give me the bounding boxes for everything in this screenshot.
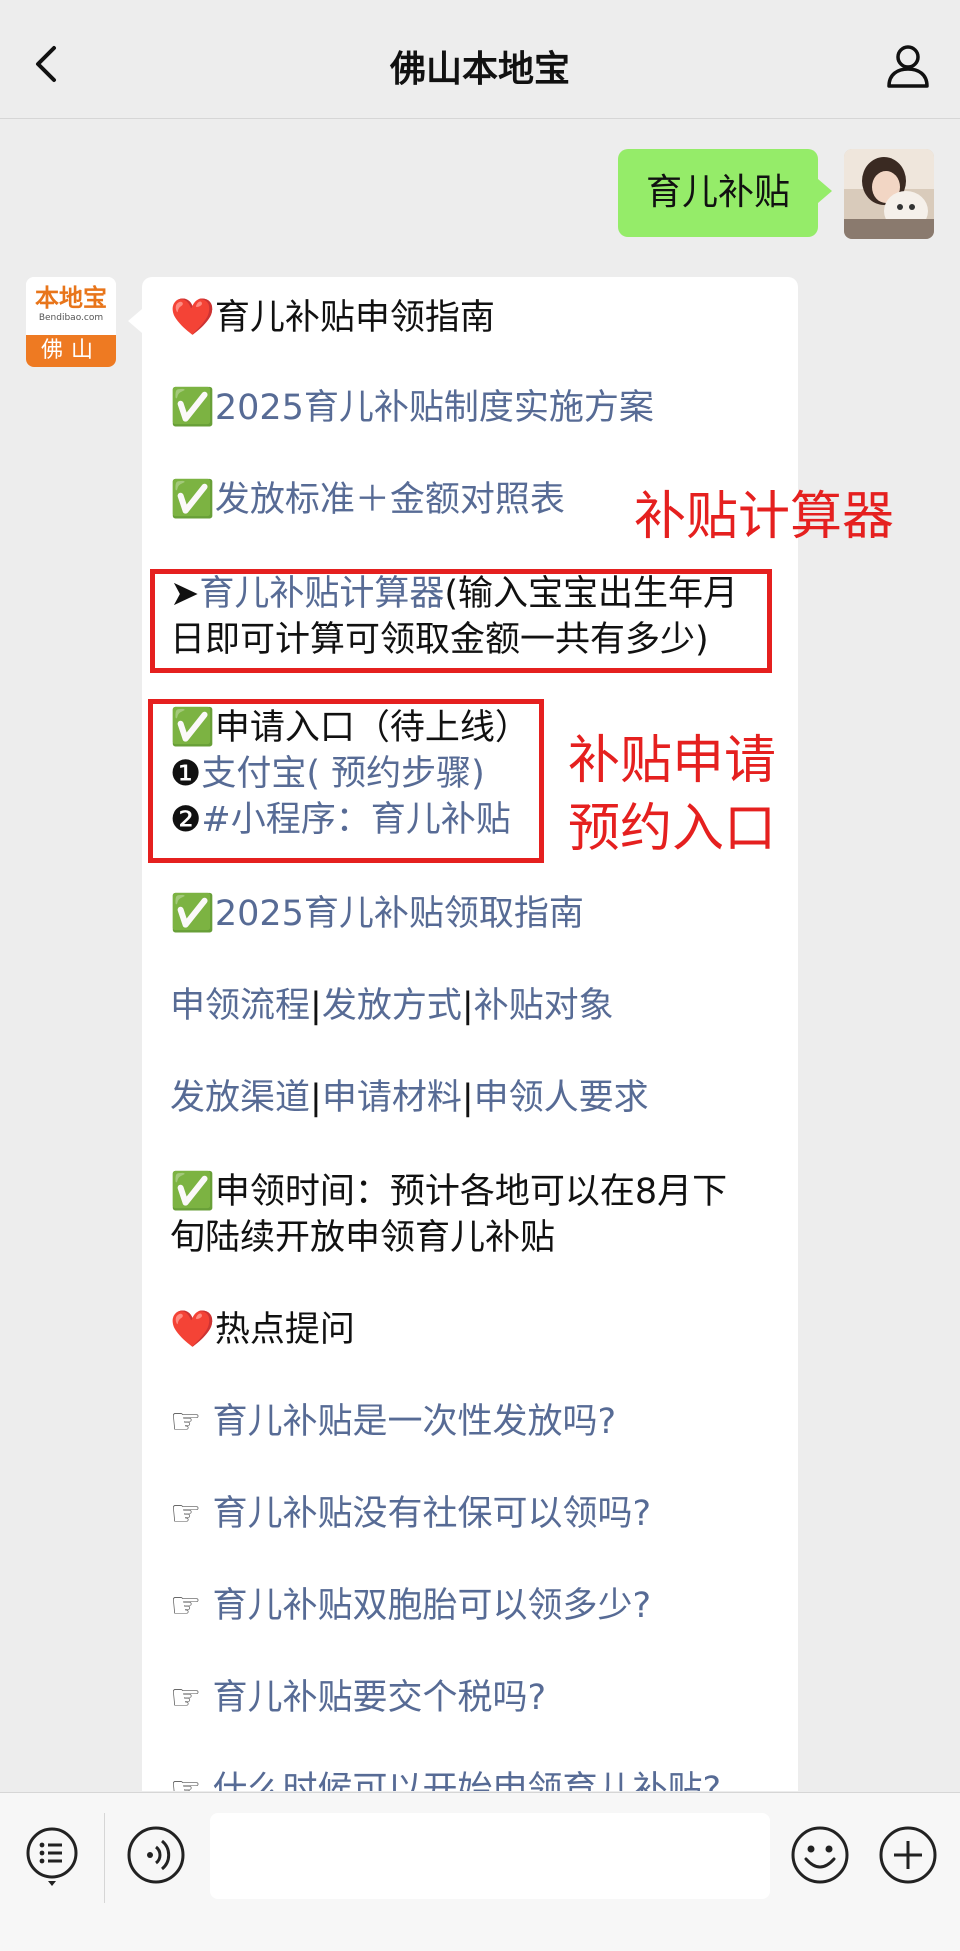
calculator-annotation: 补贴计算器 (634, 487, 895, 547)
avatar-logo-text: 本地宝 (35, 284, 107, 312)
avatar-city-label: 佛山 (26, 335, 116, 367)
pointing-hand-icon: ☞ (170, 1678, 202, 1718)
applicant-link[interactable]: 申领人要求 (474, 1078, 649, 1118)
check-icon: ✅ (170, 893, 215, 934)
user-profile-icon[interactable] (884, 42, 932, 90)
guide-heading: ❤️育儿补贴申领指南 (170, 297, 495, 338)
faq-link-2[interactable]: ☞ 育儿补贴没有社保可以领吗? (170, 1491, 651, 1537)
menu-list-icon[interactable] (24, 1825, 80, 1891)
channel-link[interactable]: 发放渠道 (170, 1078, 310, 1118)
apply-entry-highlight-box (148, 699, 544, 863)
emoji-icon[interactable] (790, 1825, 850, 1889)
pointing-hand-icon: ☞ (170, 1586, 202, 1626)
pointing-hand-icon: ☞ (170, 1402, 202, 1442)
process-link[interactable]: 申领流程 (170, 986, 310, 1026)
plus-more-icon[interactable] (878, 1825, 938, 1889)
official-account-avatar[interactable]: 本地宝 Bendibao.com 佛山 (26, 277, 116, 367)
apply-time-line: ✅申领时间：预计各地可以在8月下 (170, 1171, 728, 1212)
avatar-logo-url: Bendibao.com (38, 313, 104, 323)
heart-icon: ❤️ (170, 1309, 215, 1350)
top-bar: 佛山本地宝 (0, 0, 960, 119)
pointing-hand-icon: ☞ (170, 1494, 202, 1534)
faq-link-5[interactable]: ☞ 什么时候可以开始申领育儿补贴? (170, 1767, 721, 1791)
pointing-hand-icon: ☞ (170, 1770, 202, 1791)
apply-time-line-2: 旬陆续开放申领育儿补贴 (170, 1218, 556, 1258)
avatar-logo-top: 本地宝 Bendibao.com (26, 277, 116, 335)
my-avatar[interactable] (844, 149, 934, 239)
materials-link[interactable]: 申请材料 (322, 1078, 462, 1118)
check-icon: ✅ (170, 1171, 215, 1212)
faq-link-3[interactable]: ☞ 育儿补贴双胞胎可以领多少? (170, 1583, 651, 1629)
chat-area[interactable]: 育儿补贴 本地宝 Bendibao.com 佛山 ❤️育儿补贴申领指南 ✅202… (0, 119, 960, 1791)
bar-divider (104, 1813, 105, 1903)
bottom-input-bar (0, 1792, 960, 1951)
method-link[interactable]: 发放方式 (322, 986, 462, 1026)
my-message-bubble[interactable]: 育儿补贴 (618, 149, 832, 237)
faq-link-4[interactable]: ☞ 育儿补贴要交个税吗? (170, 1675, 546, 1721)
heart-icon: ❤️ (170, 297, 215, 338)
apply-annotation-line-1: 补贴申请 (568, 731, 777, 791)
topics-row-2: 发放渠道|申请材料|申领人要求 (170, 1078, 649, 1118)
check-icon: ✅ (170, 387, 215, 428)
voice-input-icon[interactable] (126, 1825, 186, 1889)
policy-plan-link[interactable]: ✅2025育儿补贴制度实施方案 (170, 385, 654, 431)
standard-table-link[interactable]: ✅发放标准＋金额对照表 (170, 477, 565, 523)
message-input[interactable] (210, 1813, 770, 1899)
apply-annotation-line-2: 预约入口 (568, 799, 777, 859)
target-link[interactable]: 补贴对象 (474, 986, 614, 1026)
hot-questions-heading: ❤️热点提问 (170, 1309, 355, 1350)
faq-link-1[interactable]: ☞ 育儿补贴是一次性发放吗? (170, 1399, 616, 1445)
check-icon: ✅ (170, 479, 215, 520)
chat-title: 佛山本地宝 (389, 49, 570, 90)
topics-row-1: 申领流程|发放方式|补贴对象 (170, 986, 614, 1026)
collection-guide-link[interactable]: ✅2025育儿补贴领取指南 (170, 891, 584, 937)
calculator-highlight-box (150, 569, 772, 673)
